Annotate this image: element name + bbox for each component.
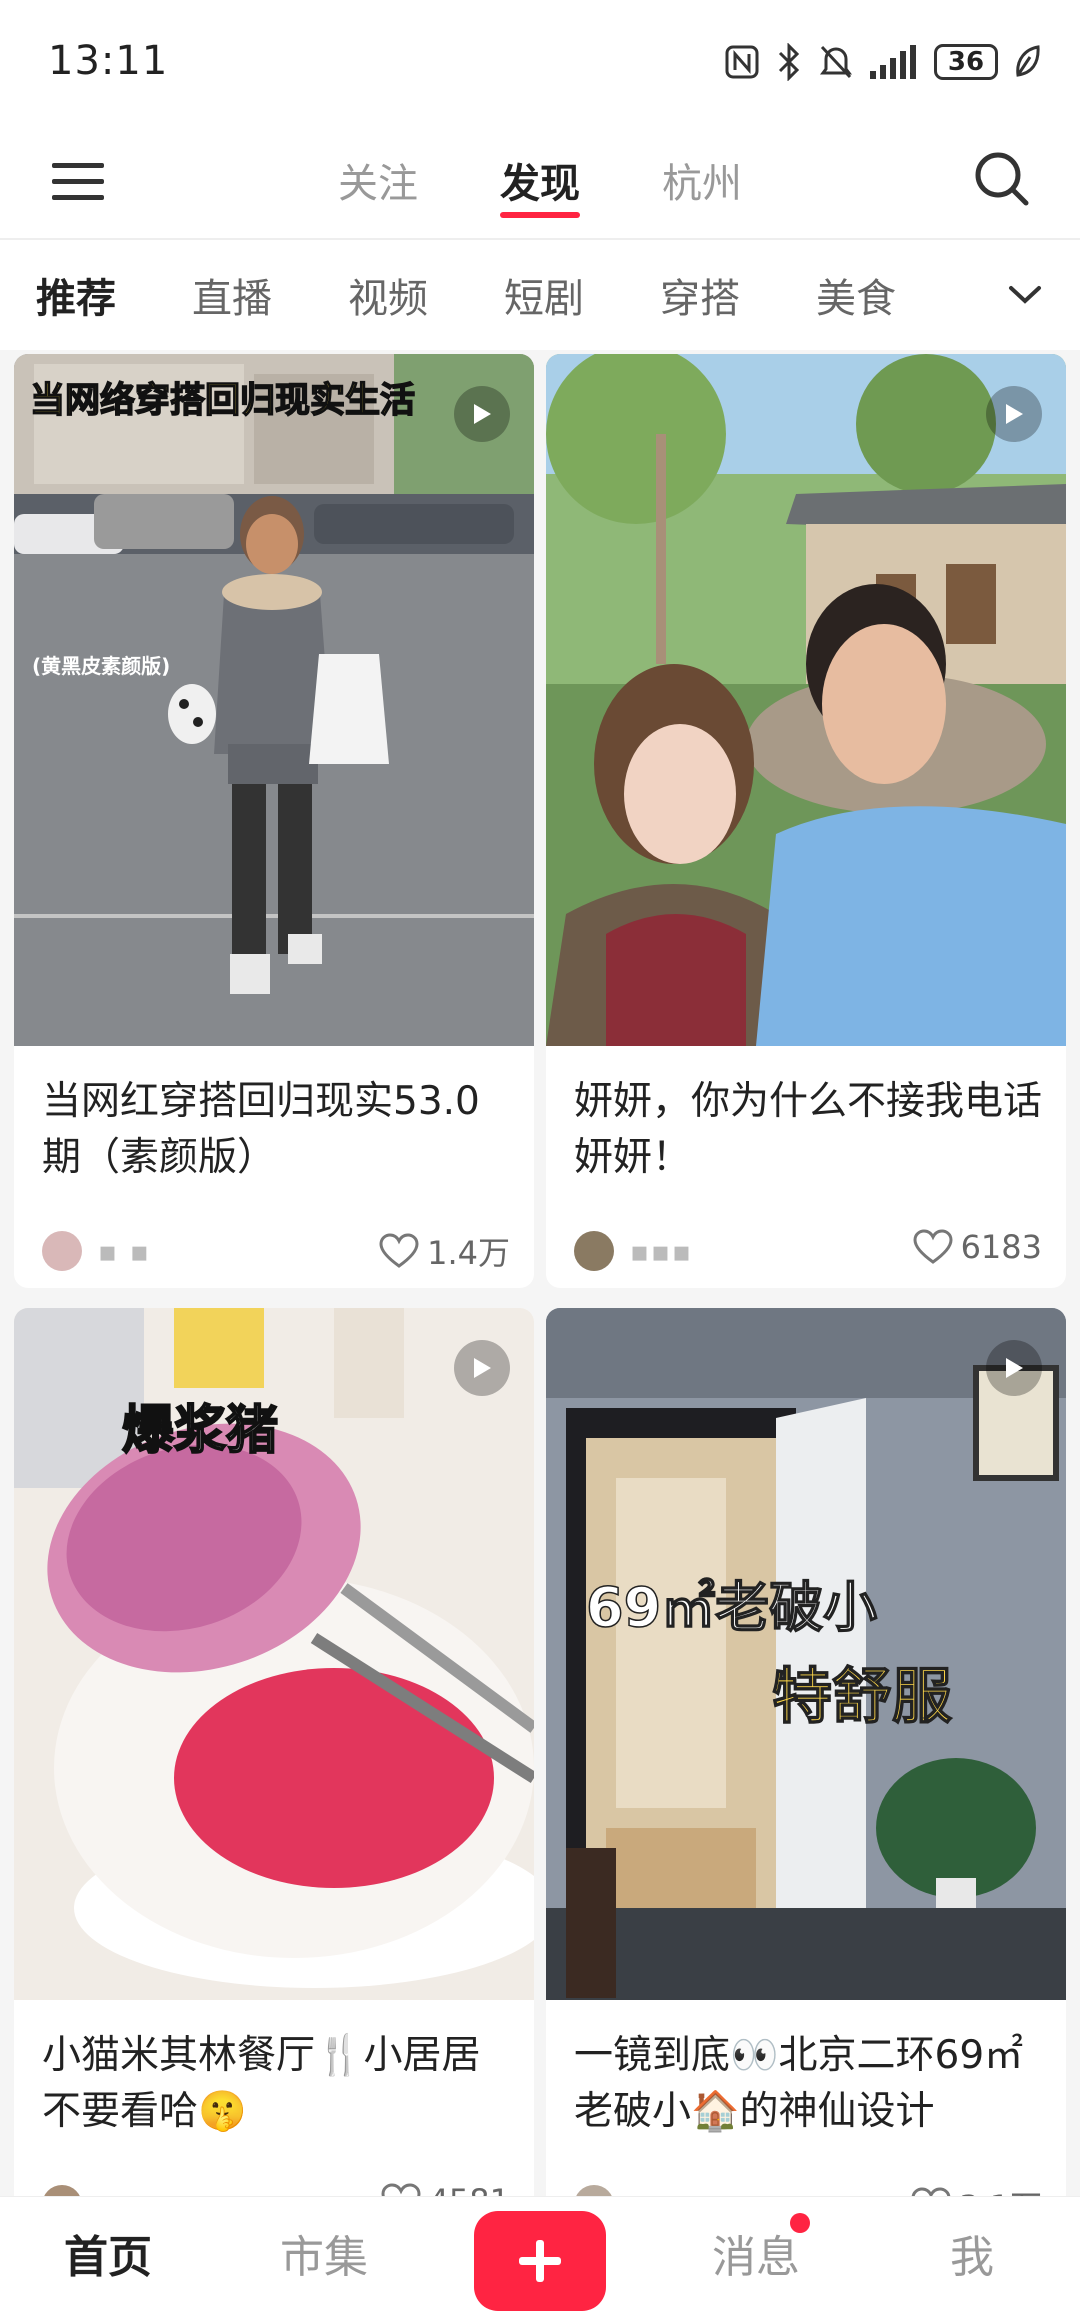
category-outfit[interactable]: 穿搭 [660, 266, 740, 324]
chevron-down-icon [1009, 286, 1041, 304]
tab-local[interactable]: 杭州 [662, 125, 742, 240]
category-short-drama[interactable]: 短剧 [504, 266, 584, 324]
like-count: 6183 [960, 1228, 1042, 1266]
category-fade [890, 242, 970, 348]
author-name[interactable]: ▪ ▪ [98, 1235, 151, 1268]
feed-card[interactable]: 当网络穿搭回归现实生活 (黄黑皮素颜版) 当网红穿搭回归现实53.0期（素颜版）… [14, 354, 534, 1288]
card-title: 一镜到底👀北京二环69㎡老破小🏠的神仙设计 [574, 2033, 1024, 2134]
feed-card[interactable]: 妍妍，你为什么不接我电话 妍妍！ ▪▪▪ 6183 [546, 354, 1066, 1288]
feed: 当网络穿搭回归现实生活 (黄黑皮素颜版) 当网红穿搭回归现实53.0期（素颜版）… [0, 350, 1080, 2200]
feed-card[interactable]: 爆浆猪 小猫米其林餐厅🍴小居居不要看哈🤫 ▪ ▪ ▪ 4581 [14, 1308, 534, 2200]
category-live[interactable]: 直播 [192, 266, 272, 324]
top-tabs: 关注 发现 杭州 [0, 125, 1080, 240]
plus-icon [519, 2240, 561, 2282]
nav-me[interactable]: 我 [892, 2221, 1052, 2285]
publish-button[interactable] [474, 2211, 606, 2311]
status-time: 13:11 [48, 38, 169, 84]
cover-image [14, 354, 534, 1046]
cover-overlay-title: 当网络穿搭回归现实生活 [29, 380, 416, 422]
category-food[interactable]: 美食 [816, 266, 896, 324]
bluetooth-icon [778, 43, 800, 81]
card-cover: 爆浆猪 [14, 1308, 534, 2000]
category-video[interactable]: 视频 [348, 266, 428, 324]
play-icon [474, 1358, 491, 1378]
avatar[interactable] [42, 1231, 82, 1271]
cover-overlay-title: 69㎡老破小 [585, 1575, 878, 1640]
card-title: 小猫米其林餐厅🍴小居居不要看哈🤫 [42, 2033, 481, 2134]
heart-icon [913, 1229, 953, 1264]
cover-overlay-subtitle: (黄黑皮素颜版) [32, 654, 171, 678]
card-meta: ▪▪▪ 6183 [546, 1214, 1066, 1288]
message-badge-dot [790, 2213, 810, 2233]
heart-icon [379, 1233, 419, 1268]
top-nav: 关注 发现 杭州 [0, 125, 1080, 240]
bottom-nav: 首页 市集 消息 我 [0, 2196, 1080, 2324]
search-icon[interactable] [972, 149, 1032, 209]
category-bar: 推荐 直播 视频 短剧 穿搭 美食 [0, 242, 1080, 348]
play-icon [474, 404, 491, 424]
nav-market[interactable]: 市集 [244, 2221, 404, 2285]
author-name[interactable]: ▪▪▪ [630, 1235, 693, 1268]
category-list: 推荐 直播 视频 短剧 穿搭 美食 [36, 242, 896, 348]
card-title: 当网红穿搭回归现实53.0期（素颜版） [42, 1079, 480, 1180]
play-icon [1006, 404, 1023, 424]
status-icons: 36 [724, 40, 1040, 84]
cover-image [546, 354, 1066, 1046]
cover-overlay-title: 爆浆猪 [121, 1400, 279, 1462]
card-title: 妍妍，你为什么不接我电话 妍妍！ [574, 1079, 1043, 1180]
tab-follow[interactable]: 关注 [338, 125, 418, 240]
video-badge [454, 1340, 510, 1396]
avatar[interactable] [574, 1231, 614, 1271]
like-button[interactable]: 6183 [913, 1228, 1042, 1266]
like-count: 1.4万 [427, 1234, 510, 1272]
nfc-icon [725, 45, 759, 79]
video-badge [986, 386, 1042, 442]
status-bar: 13:11 36 [0, 0, 1080, 125]
video-badge [454, 386, 510, 442]
tab-discover[interactable]: 发现 [500, 125, 580, 240]
category-expand-button[interactable] [970, 242, 1080, 348]
play-icon [1006, 1358, 1023, 1378]
card-cover: 69㎡老破小 特舒服 [546, 1308, 1066, 2000]
video-badge [986, 1340, 1042, 1396]
signal-icon [870, 45, 916, 79]
mute-icon [820, 45, 852, 79]
battery-indicator: 36 [934, 44, 998, 80]
nav-messages[interactable]: 消息 [676, 2221, 836, 2285]
like-button[interactable]: 1.4万 [379, 1228, 510, 1274]
cover-overlay-subtitle: 特舒服 [771, 1661, 953, 1733]
card-cover [546, 354, 1066, 1046]
card-meta: ▪ ▪ 1.4万 [14, 1214, 534, 1288]
nav-home[interactable]: 首页 [28, 2221, 188, 2285]
leaf-icon [1016, 45, 1040, 77]
card-cover: 当网络穿搭回归现实生活 (黄黑皮素颜版) [14, 354, 534, 1046]
category-recommend[interactable]: 推荐 [36, 266, 116, 324]
feed-card[interactable]: 69㎡老破小 特舒服 一镜到底👀北京二环69㎡老破小🏠的神仙设计 ▪▪ ▪▪ 3… [546, 1308, 1066, 2200]
